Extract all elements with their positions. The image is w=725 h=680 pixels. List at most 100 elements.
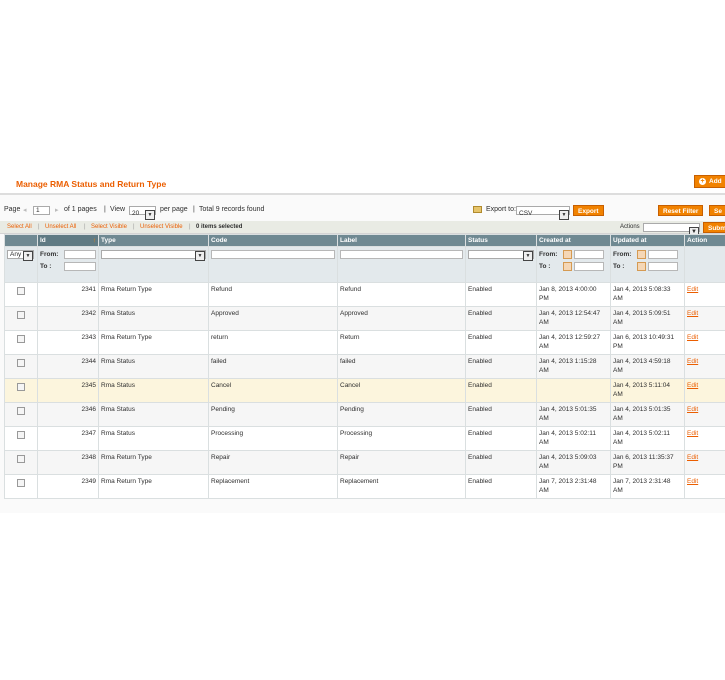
of-pages: of 1 pages [64, 206, 97, 213]
cell-updated-at: Jan 4, 2013 5:01:35 AM [610, 402, 685, 427]
cell-created-at: Jan 8, 2013 4:00:00 PM [536, 282, 611, 307]
table-row[interactable]: 2344 Rma Status failed failed Enabled Jan 4, … [4, 354, 725, 379]
calendar-icon[interactable] [637, 250, 646, 259]
column-header-action: Action [684, 234, 725, 247]
cell-created-at: Jan 4, 2013 5:01:35 AM [536, 402, 611, 427]
column-header-label[interactable]: Label [337, 234, 466, 247]
export-label: Export to: [486, 206, 516, 213]
updated-to-input[interactable] [647, 262, 678, 271]
row-select-cell [4, 354, 38, 379]
column-header-created-at[interactable]: Created at [536, 234, 611, 247]
updated-from-input[interactable] [647, 250, 678, 259]
created-from-input[interactable] [573, 250, 604, 259]
export-format-select[interactable]: CSV ▼ [516, 206, 570, 220]
select-visible-link[interactable]: Select Visible [91, 224, 127, 230]
row-select-cell [4, 282, 38, 307]
table-row[interactable]: 2343 Rma Return Type return Return Enabled Ja… [4, 330, 725, 355]
label-filter-input[interactable] [340, 250, 463, 259]
next-page-icon[interactable]: ▸ [55, 206, 59, 214]
cell-created-at: Jan 4, 2013 5:09:03 AM [536, 450, 611, 475]
page: Manage RMA Status and Return Type + Add P… [0, 0, 725, 680]
row-checkbox[interactable] [17, 335, 25, 343]
cell-code: return [208, 330, 338, 355]
massaction-filter-select[interactable]: Any ▼ [7, 250, 34, 261]
calendar-icon[interactable] [563, 250, 572, 259]
cell-type: Rma Status [98, 426, 209, 451]
reset-filter-button[interactable]: Reset Filter [658, 205, 704, 216]
edit-link[interactable]: Edit [687, 310, 698, 317]
cell-updated-at: Jan 7, 2013 2:31:48 AM [610, 474, 685, 499]
records-found: Total 9 records found [199, 206, 265, 213]
row-select-cell [4, 402, 38, 427]
cell-status: Enabled [465, 450, 537, 475]
cell-code: Refund [208, 282, 338, 307]
cell-updated-at: Jan 4, 2013 5:02:11 AM [610, 426, 685, 451]
column-header-type[interactable]: Type [98, 234, 209, 247]
edit-link[interactable]: Edit [687, 406, 698, 413]
column-header-status[interactable]: Status [465, 234, 537, 247]
edit-link[interactable]: Edit [687, 430, 698, 437]
edit-link[interactable]: Edit [687, 358, 698, 365]
page-label: Page [4, 206, 21, 213]
page-input[interactable]: 1 [33, 206, 50, 215]
add-button[interactable]: + Add [694, 175, 725, 188]
unselect-visible-link[interactable]: Unselect Visible [140, 224, 183, 230]
edit-link[interactable]: Edit [687, 334, 698, 341]
cell-id: 2344 [37, 354, 99, 379]
submit-button[interactable]: Subm [703, 222, 725, 233]
row-checkbox[interactable] [17, 311, 25, 319]
row-select-cell [4, 450, 38, 475]
cell-code: Approved [208, 306, 338, 331]
unselect-all-link[interactable]: Unselect All [45, 224, 76, 230]
row-checkbox[interactable] [17, 455, 25, 463]
actions-select[interactable]: ▼ [643, 223, 700, 237]
cell-type: Rma Return Type [98, 474, 209, 499]
id-from-input[interactable] [64, 250, 96, 259]
cell-updated-at: Jan 4, 2013 4:59:18 AM [610, 354, 685, 379]
page-title: Manage RMA Status and Return Type [16, 179, 167, 189]
cell-label: Cancel [337, 378, 466, 403]
cell-action: Edit [684, 402, 725, 427]
row-checkbox[interactable] [17, 359, 25, 367]
row-checkbox[interactable] [17, 383, 25, 391]
select-all-link[interactable]: Select All [7, 224, 32, 230]
per-page-value: 20 [132, 210, 140, 217]
edit-link[interactable]: Edit [687, 478, 698, 485]
edit-link[interactable]: Edit [687, 382, 698, 389]
row-checkbox[interactable] [17, 287, 25, 295]
column-header-code[interactable]: Code [208, 234, 338, 247]
chevron-down-icon: ▼ [195, 251, 205, 261]
cell-type: Rma Return Type [98, 282, 209, 307]
cell-status: Enabled [465, 330, 537, 355]
row-checkbox[interactable] [17, 407, 25, 415]
cell-action: Edit [684, 450, 725, 475]
table-row[interactable]: 2346 Rma Status Pending Pending Enabled Jan 4… [4, 402, 725, 427]
calendar-icon[interactable] [637, 262, 646, 271]
row-checkbox[interactable] [17, 431, 25, 439]
per-page-select[interactable]: 20 ▼ [129, 206, 156, 220]
search-button[interactable]: Se [709, 205, 725, 216]
created-to-input[interactable] [573, 262, 604, 271]
add-button-label: Add [709, 178, 722, 185]
column-header-updated-at[interactable]: Updated at [610, 234, 685, 247]
export-button[interactable]: Export [573, 205, 604, 216]
cell-id: 2348 [37, 450, 99, 475]
cell-updated-at: Jan 6, 2013 10:49:31 PM [610, 330, 685, 355]
table-row[interactable]: 2347 Rma Status Processing Processing Enable… [4, 426, 725, 451]
calendar-icon[interactable] [563, 262, 572, 271]
id-to-input[interactable] [64, 262, 96, 271]
edit-link[interactable]: Edit [687, 286, 698, 293]
table-row[interactable]: 2342 Rma Status Approved Approved Enabled Jan… [4, 306, 725, 331]
table-row[interactable]: 2345 Rma Status Cancel Cancel Enabled Jan 4, … [4, 378, 725, 403]
type-filter-select[interactable]: ▼ [101, 250, 206, 261]
column-header-id[interactable]: Id ↑ [37, 234, 99, 247]
edit-link[interactable]: Edit [687, 454, 698, 461]
code-filter-input[interactable] [211, 250, 335, 259]
row-checkbox[interactable] [17, 479, 25, 487]
table-row[interactable]: 2348 Rma Return Type Repair Repair Enabled Ja… [4, 450, 725, 475]
prev-page-icon[interactable]: ◂ [23, 206, 27, 214]
table-row[interactable]: 2341 Rma Return Type Refund Refund Enabled Ja… [4, 282, 725, 307]
status-filter-select[interactable]: ▼ [468, 250, 534, 261]
chevron-down-icon: ▼ [23, 251, 33, 261]
table-row[interactable]: 2349 Rma Return Type Replacement Replacemen… [4, 474, 725, 499]
